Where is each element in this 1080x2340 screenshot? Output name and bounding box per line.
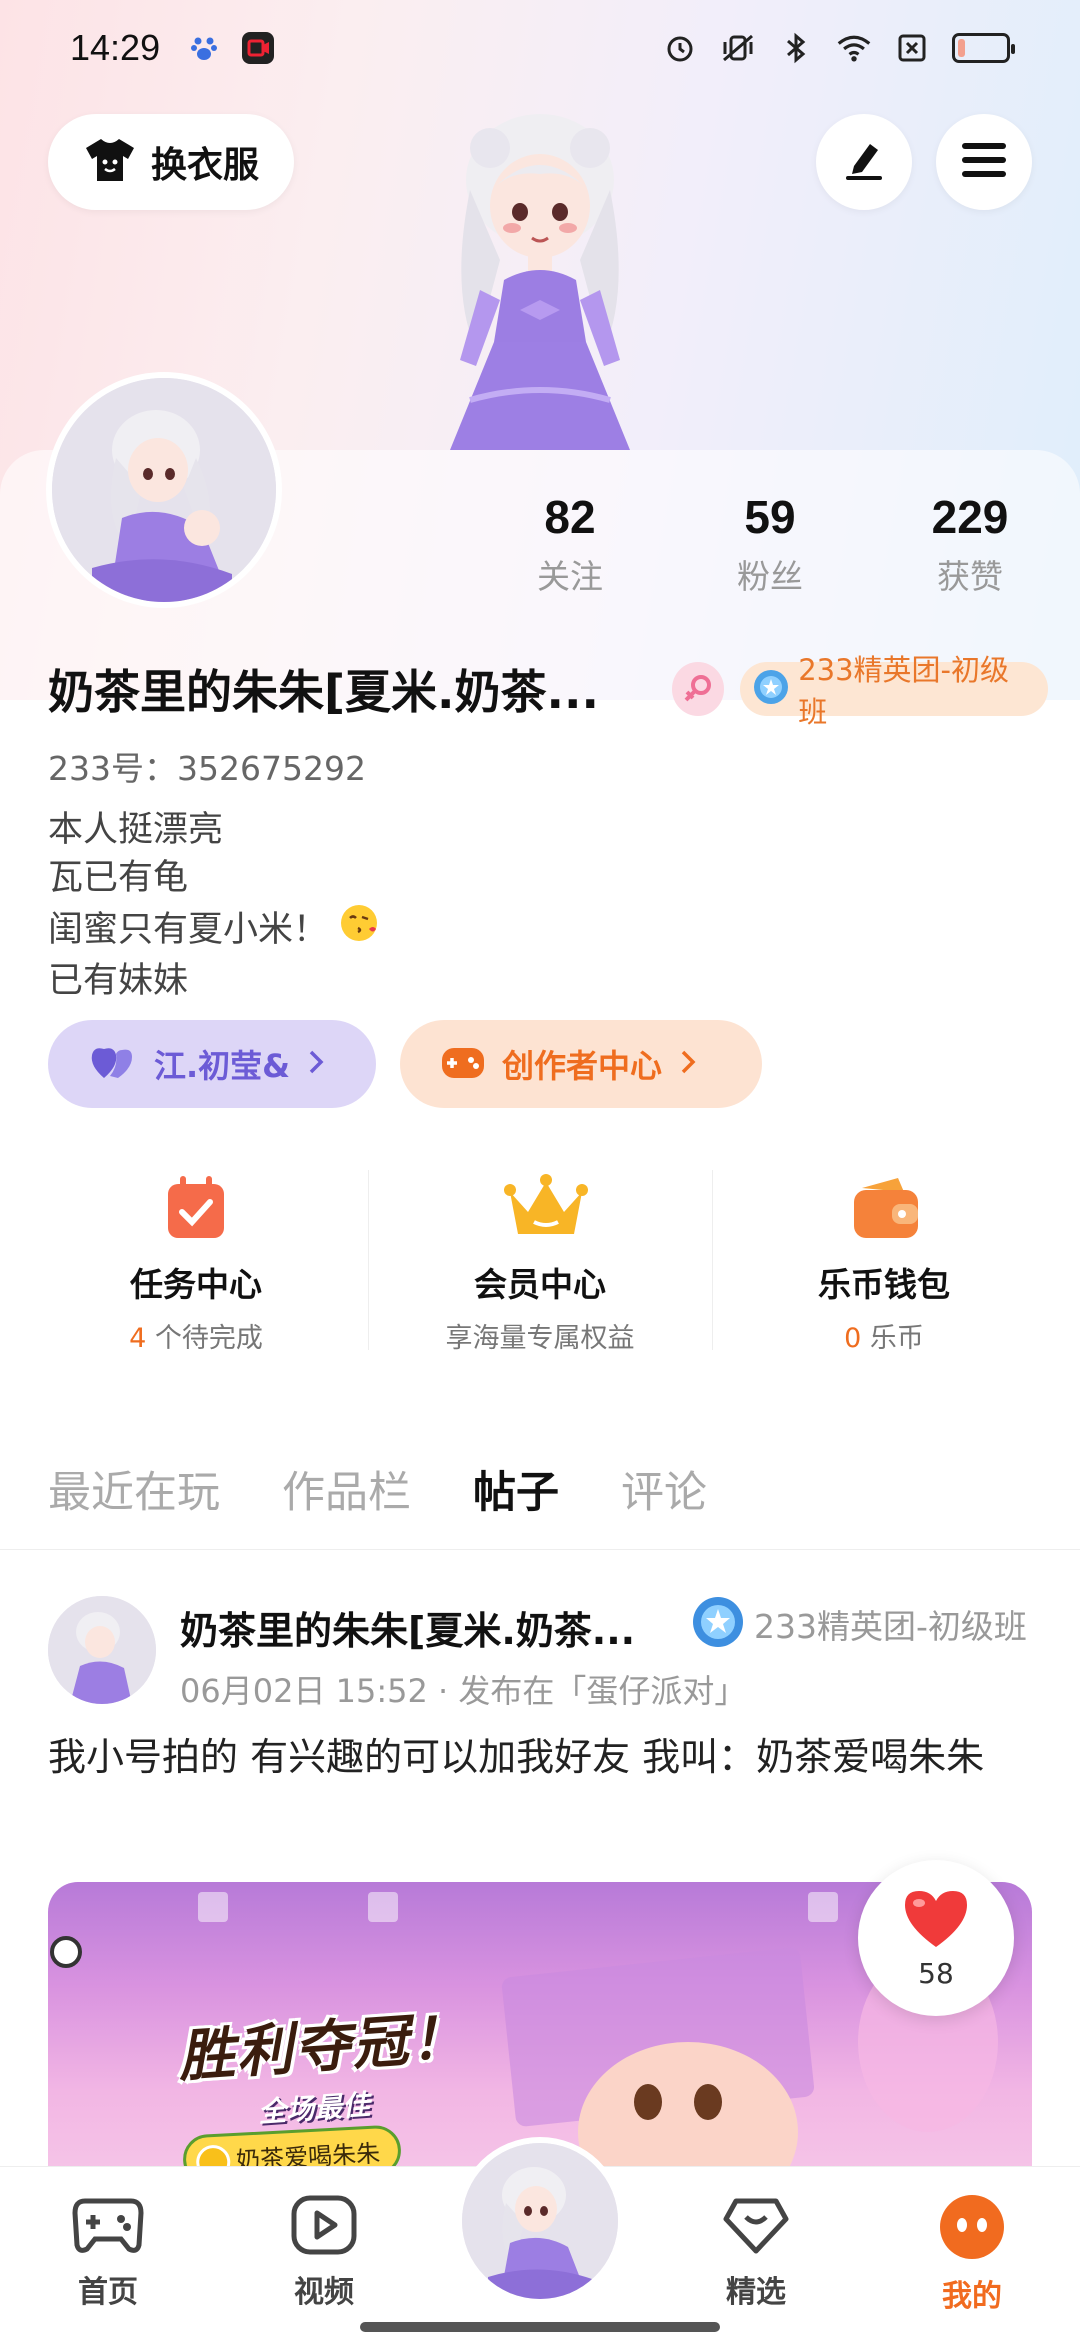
creator-center-label: 创作者中心 <box>502 1047 663 1085</box>
edit-profile-button[interactable] <box>816 114 912 210</box>
battery-icon <box>952 33 1015 63</box>
service-subtitle: 4 个待完成 <box>129 1323 263 1354</box>
status-time: 14:29 <box>70 27 161 68</box>
nav-label: 首页 <box>78 2275 138 2310</box>
task-calendar-icon <box>160 1172 232 1244</box>
nav-label: 视频 <box>294 2275 354 2310</box>
post-author-badge-label: 233精英团-初级班 <box>754 1607 1027 1646</box>
stat-likes[interactable]: 229 获赞 <box>890 490 1050 598</box>
profile-avatar[interactable] <box>46 372 282 608</box>
service-subtitle: 0 乐币 <box>844 1323 924 1354</box>
stat-value: 82 <box>544 491 596 543</box>
chevron-right-icon <box>306 1047 326 1081</box>
stat-followers[interactable]: 59 粉丝 <box>690 490 850 598</box>
female-icon <box>671 662 725 716</box>
service-title: 会员中心 <box>474 1265 606 1304</box>
bio-line: 本人挺漂亮 <box>48 810 224 850</box>
vibrate-mute-icon <box>720 30 756 66</box>
tab-comments[interactable]: 评论 <box>621 1458 707 1520</box>
status-bar: 14:29 <box>0 0 1080 96</box>
stat-label: 粉丝 <box>737 557 803 596</box>
crown-icon <box>504 1172 588 1244</box>
video-play-icon <box>289 2193 359 2261</box>
alarm-icon <box>662 30 698 66</box>
best-player-label: 全场最佳 <box>257 2088 372 2129</box>
services-card: 任务中心 4 个待完成 会员中心 享海量专属权益 乐币钱包 0 乐币 <box>24 1144 1056 1376</box>
avatar-character-figure[interactable] <box>420 110 660 450</box>
bio-line-with-emoji: 闺蜜只有夏小米！ <box>48 902 380 957</box>
pencil-icon <box>840 136 888 188</box>
nav-me[interactable]: 我的 <box>912 2193 1032 2315</box>
screen-record-icon <box>240 30 276 66</box>
bio-line: 已有妹妹 <box>48 961 189 1001</box>
gamepad-icon <box>71 2193 145 2261</box>
nav-video[interactable]: 视频 <box>264 2193 384 2311</box>
tab-works[interactable]: 作品栏 <box>282 1458 411 1520</box>
post-text: 我小号拍的 有兴趣的可以加我好友 我叫：奶茶爱喝朱朱 <box>48 1735 985 1779</box>
close-friend-pill[interactable]: 江.初莹& <box>48 1020 376 1108</box>
elite-medal-icon <box>690 1594 746 1654</box>
change-outfit-button[interactable]: 换衣服 <box>48 114 294 210</box>
service-title: 乐币钱包 <box>818 1265 950 1304</box>
no-sim-icon <box>894 30 930 66</box>
level-badge[interactable]: 233精英团-初级班 <box>740 653 1048 729</box>
tshirt-icon <box>83 136 137 188</box>
nav-label: 精选 <box>726 2275 786 2310</box>
bottom-navigation: 首页 视频 精选 我的 <box>0 2137 1080 2340</box>
nav-label: 我的 <box>942 2279 1002 2314</box>
nav-featured[interactable]: 精选 <box>696 2193 816 2311</box>
profile-bio: 本人挺漂亮 瓦已有龟 闺蜜只有夏小米！ 已有妹妹 <box>48 806 380 1005</box>
nav-home[interactable]: 首页 <box>48 2193 168 2311</box>
like-count: 58 <box>918 1956 954 1990</box>
double-heart-icon <box>88 1042 138 1086</box>
creator-center-pill[interactable]: 创作者中心 <box>400 1020 762 1108</box>
service-subtitle: 享海量专属权益 <box>445 1323 635 1354</box>
menu-button[interactable] <box>936 114 1032 210</box>
baidu-paw-icon <box>186 30 222 66</box>
bio-line: 瓦已有龟 <box>48 858 189 898</box>
post-meta: 06月02日 15:52 · 发布在「蛋仔派对」 <box>180 1672 747 1710</box>
tab-posts[interactable]: 帖子 <box>473 1458 559 1566</box>
post-author-badge: 233精英团-初级班 <box>690 1594 1027 1654</box>
nav-avatar-button[interactable] <box>456 2137 624 2305</box>
hamburger-menu-icon <box>960 140 1008 184</box>
post-author-name[interactable]: 奶茶里的朱朱[夏米.奶茶... <box>180 1600 660 1655</box>
wifi-icon <box>836 30 872 66</box>
stat-value: 229 <box>931 491 1009 543</box>
heart-gem-icon <box>720 2193 792 2261</box>
stat-value: 59 <box>744 491 796 543</box>
coin-wallet-button[interactable]: 乐币钱包 0 乐币 <box>712 1144 1056 1376</box>
post-author-avatar[interactable] <box>48 1596 156 1704</box>
post-card[interactable]: 奶茶里的朱朱[夏米.奶茶... 233精英团-初级班 06月02日 15:52 … <box>0 1550 1080 2182</box>
profile-username: 奶茶里的朱朱[夏米.奶茶... <box>48 665 599 719</box>
service-title: 任务中心 <box>130 1265 262 1304</box>
like-button[interactable]: 58 <box>858 1860 1014 2016</box>
chevron-right-icon <box>678 1047 698 1081</box>
profile-name-row: 奶茶里的朱朱[夏米.奶茶... 233精英团-初级班 <box>48 653 1048 729</box>
tab-recently-played[interactable]: 最近在玩 <box>48 1458 220 1520</box>
home-indicator[interactable] <box>360 2322 720 2332</box>
wallet-icon <box>848 1172 920 1244</box>
task-center-button[interactable]: 任务中心 4 个待完成 <box>24 1144 368 1376</box>
content-tabs-bar: 最近在玩 作品栏 帖子 评论 <box>0 1410 1080 1566</box>
user-id: 233号：352675292 <box>48 749 366 788</box>
change-outfit-label: 换衣服 <box>150 145 259 186</box>
kiss-emoji-icon <box>338 902 380 957</box>
gamepad-plus-icon <box>440 1042 486 1086</box>
profile-face-icon <box>938 2193 1006 2265</box>
close-friend-label: 江.初莹& <box>154 1047 291 1085</box>
stat-label: 获赞 <box>937 557 1003 596</box>
elite-medal-icon <box>752 668 790 710</box>
heart-icon <box>901 1887 971 1953</box>
bluetooth-icon <box>778 30 814 66</box>
member-center-button[interactable]: 会员中心 享海量专属权益 <box>368 1144 712 1376</box>
profile-stats: 82 关注 59 粉丝 229 获赞 <box>490 490 1050 598</box>
stat-label: 关注 <box>537 557 603 596</box>
level-badge-label: 233精英团-初级班 <box>798 653 1010 729</box>
stat-following[interactable]: 82 关注 <box>490 490 650 598</box>
bio-line: 闺蜜只有夏小米！ <box>48 909 329 950</box>
